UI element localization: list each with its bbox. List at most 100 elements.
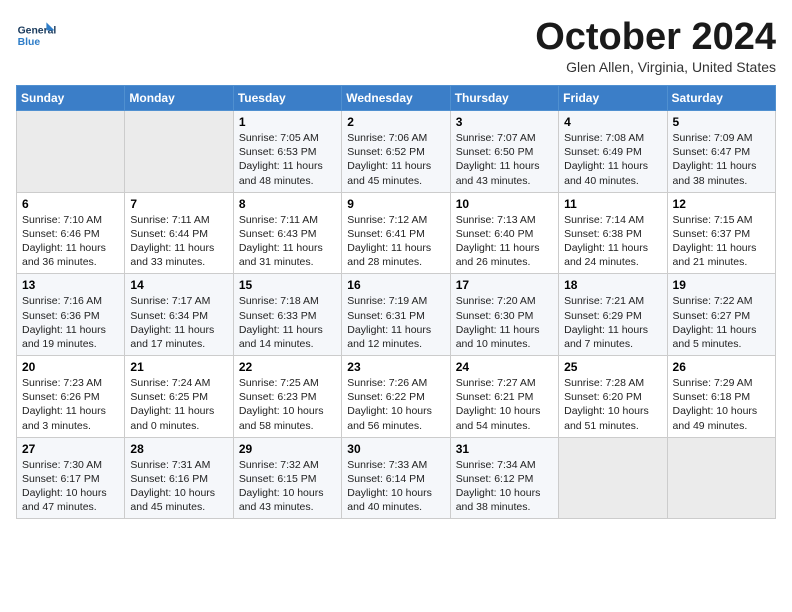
- day-number: 26: [673, 360, 770, 374]
- days-header-row: SundayMondayTuesdayWednesdayThursdayFrid…: [17, 86, 776, 111]
- calendar-cell: 13 Sunrise: 7:16 AM Sunset: 6:36 PM Dayli…: [17, 274, 125, 356]
- calendar-cell: 12 Sunrise: 7:15 AM Sunset: 6:37 PM Dayli…: [667, 192, 775, 274]
- calendar-cell: 21Sunrise: 7:24 AM Sunset: 6:25 PM Dayli…: [125, 356, 233, 438]
- day-info: Sunrise: 7:14 AM Sunset: 6:38 PM Dayligh…: [564, 213, 661, 270]
- calendar-cell: 30 Sunrise: 7:33 AM Sunset: 6:14 PM Dayli…: [342, 437, 450, 519]
- calendar-cell: 11 Sunrise: 7:14 AM Sunset: 6:38 PM Dayli…: [559, 192, 667, 274]
- week-row-4: 20 Sunrise: 7:23 AM Sunset: 6:26 PM Dayli…: [17, 356, 776, 438]
- day-header-wednesday: Wednesday: [342, 86, 450, 111]
- day-info: Sunrise: 7:11 AM Sunset: 6:44 PM Dayligh…: [130, 213, 227, 270]
- day-info: Sunrise: 7:29 AM Sunset: 6:18 PM Dayligh…: [673, 376, 770, 433]
- day-info: Sunrise: 7:21 AM Sunset: 6:29 PM Dayligh…: [564, 294, 661, 351]
- calendar-cell: 29 Sunrise: 7:32 AM Sunset: 6:15 PM Dayli…: [233, 437, 341, 519]
- day-info: Sunrise: 7:33 AM Sunset: 6:14 PM Dayligh…: [347, 458, 444, 515]
- calendar-cell: 9Sunrise: 7:12 AM Sunset: 6:41 PM Daylig…: [342, 192, 450, 274]
- calendar-cell: 6Sunrise: 7:10 AM Sunset: 6:46 PM Daylig…: [17, 192, 125, 274]
- day-number: 23: [347, 360, 444, 374]
- day-info: Sunrise: 7:13 AM Sunset: 6:40 PM Dayligh…: [456, 213, 553, 270]
- calendar-cell: 8 Sunrise: 7:11 AM Sunset: 6:43 PM Daylig…: [233, 192, 341, 274]
- day-info: Sunrise: 7:12 AM Sunset: 6:41 PM Dayligh…: [347, 213, 444, 270]
- calendar-cell: 16Sunrise: 7:19 AM Sunset: 6:31 PM Dayli…: [342, 274, 450, 356]
- logo: General Blue: [16, 16, 60, 56]
- day-info: Sunrise: 7:31 AM Sunset: 6:16 PM Dayligh…: [130, 458, 227, 515]
- day-number: 19: [673, 278, 770, 292]
- day-number: 13: [22, 278, 119, 292]
- svg-text:Blue: Blue: [18, 37, 41, 48]
- day-info: Sunrise: 7:18 AM Sunset: 6:33 PM Dayligh…: [239, 294, 336, 351]
- day-number: 31: [456, 442, 553, 456]
- day-header-saturday: Saturday: [667, 86, 775, 111]
- calendar-cell: 27 Sunrise: 7:30 AM Sunset: 6:17 PM Dayli…: [17, 437, 125, 519]
- day-info: Sunrise: 7:30 AM Sunset: 6:17 PM Dayligh…: [22, 458, 119, 515]
- day-header-sunday: Sunday: [17, 86, 125, 111]
- calendar-cell: 20 Sunrise: 7:23 AM Sunset: 6:26 PM Dayli…: [17, 356, 125, 438]
- day-info: Sunrise: 7:28 AM Sunset: 6:20 PM Dayligh…: [564, 376, 661, 433]
- calendar-cell: 7 Sunrise: 7:11 AM Sunset: 6:44 PM Daylig…: [125, 192, 233, 274]
- calendar-cell: [125, 111, 233, 193]
- week-row-2: 6Sunrise: 7:10 AM Sunset: 6:46 PM Daylig…: [17, 192, 776, 274]
- calendar-cell: 26 Sunrise: 7:29 AM Sunset: 6:18 PM Dayli…: [667, 356, 775, 438]
- day-number: 6: [22, 197, 119, 211]
- day-header-monday: Monday: [125, 86, 233, 111]
- calendar-cell: [667, 437, 775, 519]
- day-number: 7: [130, 197, 227, 211]
- calendar-cell: 15 Sunrise: 7:18 AM Sunset: 6:33 PM Dayli…: [233, 274, 341, 356]
- day-info: Sunrise: 7:09 AM Sunset: 6:47 PM Dayligh…: [673, 131, 770, 188]
- calendar-cell: 23 Sunrise: 7:26 AM Sunset: 6:22 PM Dayli…: [342, 356, 450, 438]
- day-header-friday: Friday: [559, 86, 667, 111]
- calendar-cell: 1 Sunrise: 7:05 AM Sunset: 6:53 PM Daylig…: [233, 111, 341, 193]
- day-number: 20: [22, 360, 119, 374]
- calendar-cell: 18Sunrise: 7:21 AM Sunset: 6:29 PM Dayli…: [559, 274, 667, 356]
- page-header: General Blue October 2024 Glen Allen, Vi…: [16, 16, 776, 75]
- day-info: Sunrise: 7:25 AM Sunset: 6:23 PM Dayligh…: [239, 376, 336, 433]
- calendar-cell: 31Sunrise: 7:34 AM Sunset: 6:12 PM Dayli…: [450, 437, 558, 519]
- day-info: Sunrise: 7:15 AM Sunset: 6:37 PM Dayligh…: [673, 213, 770, 270]
- title-block: October 2024 Glen Allen, Virginia, Unite…: [535, 16, 776, 75]
- day-number: 29: [239, 442, 336, 456]
- day-number: 11: [564, 197, 661, 211]
- day-info: Sunrise: 7:23 AM Sunset: 6:26 PM Dayligh…: [22, 376, 119, 433]
- day-info: Sunrise: 7:20 AM Sunset: 6:30 PM Dayligh…: [456, 294, 553, 351]
- day-number: 2: [347, 115, 444, 129]
- calendar-cell: 2Sunrise: 7:06 AM Sunset: 6:52 PM Daylig…: [342, 111, 450, 193]
- calendar-cell: 28 Sunrise: 7:31 AM Sunset: 6:16 PM Dayli…: [125, 437, 233, 519]
- day-info: Sunrise: 7:17 AM Sunset: 6:34 PM Dayligh…: [130, 294, 227, 351]
- day-number: 17: [456, 278, 553, 292]
- day-number: 1: [239, 115, 336, 129]
- day-number: 3: [456, 115, 553, 129]
- day-number: 30: [347, 442, 444, 456]
- month-title: October 2024: [535, 16, 776, 59]
- day-number: 10: [456, 197, 553, 211]
- day-number: 25: [564, 360, 661, 374]
- calendar-table: SundayMondayTuesdayWednesdayThursdayFrid…: [16, 85, 776, 519]
- day-number: 5: [673, 115, 770, 129]
- calendar-cell: 24 Sunrise: 7:27 AM Sunset: 6:21 PM Dayli…: [450, 356, 558, 438]
- day-info: Sunrise: 7:11 AM Sunset: 6:43 PM Dayligh…: [239, 213, 336, 270]
- calendar-cell: 14 Sunrise: 7:17 AM Sunset: 6:34 PM Dayli…: [125, 274, 233, 356]
- day-info: Sunrise: 7:27 AM Sunset: 6:21 PM Dayligh…: [456, 376, 553, 433]
- calendar-cell: [559, 437, 667, 519]
- day-info: Sunrise: 7:22 AM Sunset: 6:27 PM Dayligh…: [673, 294, 770, 351]
- day-info: Sunrise: 7:05 AM Sunset: 6:53 PM Dayligh…: [239, 131, 336, 188]
- day-info: Sunrise: 7:32 AM Sunset: 6:15 PM Dayligh…: [239, 458, 336, 515]
- calendar-cell: [17, 111, 125, 193]
- day-number: 27: [22, 442, 119, 456]
- day-number: 24: [456, 360, 553, 374]
- day-number: 12: [673, 197, 770, 211]
- calendar-cell: 4Sunrise: 7:08 AM Sunset: 6:49 PM Daylig…: [559, 111, 667, 193]
- week-row-5: 27 Sunrise: 7:30 AM Sunset: 6:17 PM Dayli…: [17, 437, 776, 519]
- week-row-1: 1 Sunrise: 7:05 AM Sunset: 6:53 PM Daylig…: [17, 111, 776, 193]
- day-number: 14: [130, 278, 227, 292]
- day-info: Sunrise: 7:08 AM Sunset: 6:49 PM Dayligh…: [564, 131, 661, 188]
- day-number: 16: [347, 278, 444, 292]
- calendar-cell: 17 Sunrise: 7:20 AM Sunset: 6:30 PM Dayli…: [450, 274, 558, 356]
- day-info: Sunrise: 7:26 AM Sunset: 6:22 PM Dayligh…: [347, 376, 444, 433]
- calendar-cell: 22 Sunrise: 7:25 AM Sunset: 6:23 PM Dayli…: [233, 356, 341, 438]
- day-info: Sunrise: 7:16 AM Sunset: 6:36 PM Dayligh…: [22, 294, 119, 351]
- day-number: 22: [239, 360, 336, 374]
- day-number: 28: [130, 442, 227, 456]
- week-row-3: 13 Sunrise: 7:16 AM Sunset: 6:36 PM Dayli…: [17, 274, 776, 356]
- day-number: 8: [239, 197, 336, 211]
- day-number: 15: [239, 278, 336, 292]
- day-number: 21: [130, 360, 227, 374]
